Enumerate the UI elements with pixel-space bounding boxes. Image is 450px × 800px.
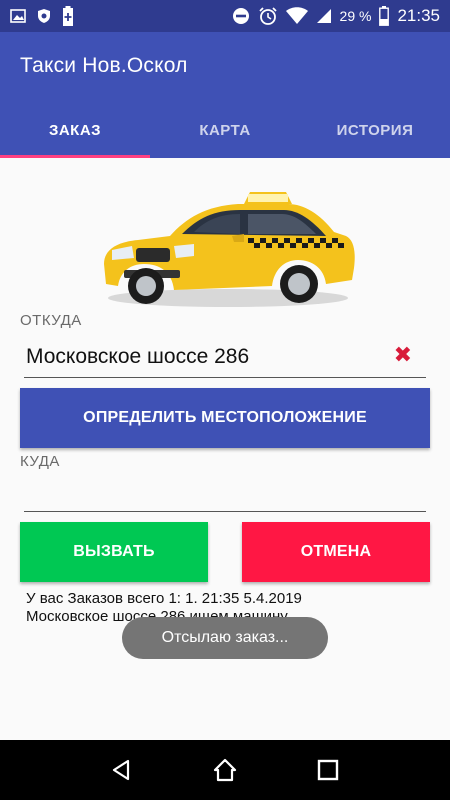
tab-map[interactable]: КАРТА bbox=[150, 102, 300, 158]
battery-icon bbox=[379, 6, 390, 26]
app-bar: Такси Нов.Оскол ЗАКАЗ КАРТА ИСТОРИЯ bbox=[0, 32, 450, 158]
shield-icon bbox=[36, 8, 52, 24]
to-label: КУДА bbox=[20, 453, 60, 470]
cancel-button[interactable]: ОТМЕНА bbox=[242, 522, 430, 582]
navigation-bar bbox=[0, 740, 450, 800]
signal-icon bbox=[316, 8, 332, 24]
orders-line-1: У вас Заказов всего 1: 1. 21:35 5.4.2019 bbox=[26, 590, 302, 607]
order-page: ОТКУДА Московское шоссе 286 ✖ ОПРЕДЕЛИТЬ… bbox=[0, 158, 450, 740]
from-label: ОТКУДА bbox=[20, 312, 82, 329]
home-icon[interactable] bbox=[211, 756, 239, 784]
app-title: Такси Нов.Оскол bbox=[20, 54, 188, 77]
wifi-icon bbox=[285, 7, 308, 25]
tab-history[interactable]: ИСТОРИЯ bbox=[300, 102, 450, 158]
image-icon bbox=[10, 8, 26, 24]
status-time: 21:35 bbox=[397, 6, 440, 25]
taxi-car-image bbox=[104, 192, 355, 307]
alarm-icon bbox=[258, 6, 278, 26]
status-left-icons bbox=[0, 6, 74, 26]
to-field[interactable] bbox=[24, 478, 426, 512]
do-not-disturb-icon bbox=[232, 7, 250, 25]
tab-bar: ЗАКАЗ КАРТА ИСТОРИЯ bbox=[0, 102, 450, 158]
battery-plus-icon bbox=[62, 6, 74, 26]
back-icon[interactable] bbox=[108, 756, 136, 784]
battery-percent: 29 % bbox=[339, 8, 372, 24]
call-button[interactable]: ВЫЗВАТЬ bbox=[20, 522, 208, 582]
recents-icon[interactable] bbox=[314, 756, 342, 784]
status-right-icons: 29 % 21:35 bbox=[232, 6, 450, 26]
tab-order[interactable]: ЗАКАЗ bbox=[0, 102, 150, 158]
from-field[interactable]: Московское шоссе 286 ✖ bbox=[24, 340, 426, 378]
locate-button[interactable]: ОПРЕДЕЛИТЬ МЕСТОПОЛОЖЕНИЕ bbox=[20, 388, 430, 448]
screen: 29 % 21:35 Такси Нов.Оскол ЗАКАЗ КАРТА И… bbox=[0, 0, 450, 800]
toast-message: Отсылаю заказ... bbox=[122, 617, 328, 659]
status-bar: 29 % 21:35 bbox=[0, 0, 450, 32]
clear-from-icon[interactable]: ✖ bbox=[394, 342, 412, 368]
from-input-value[interactable]: Московское шоссе 286 bbox=[26, 345, 249, 369]
